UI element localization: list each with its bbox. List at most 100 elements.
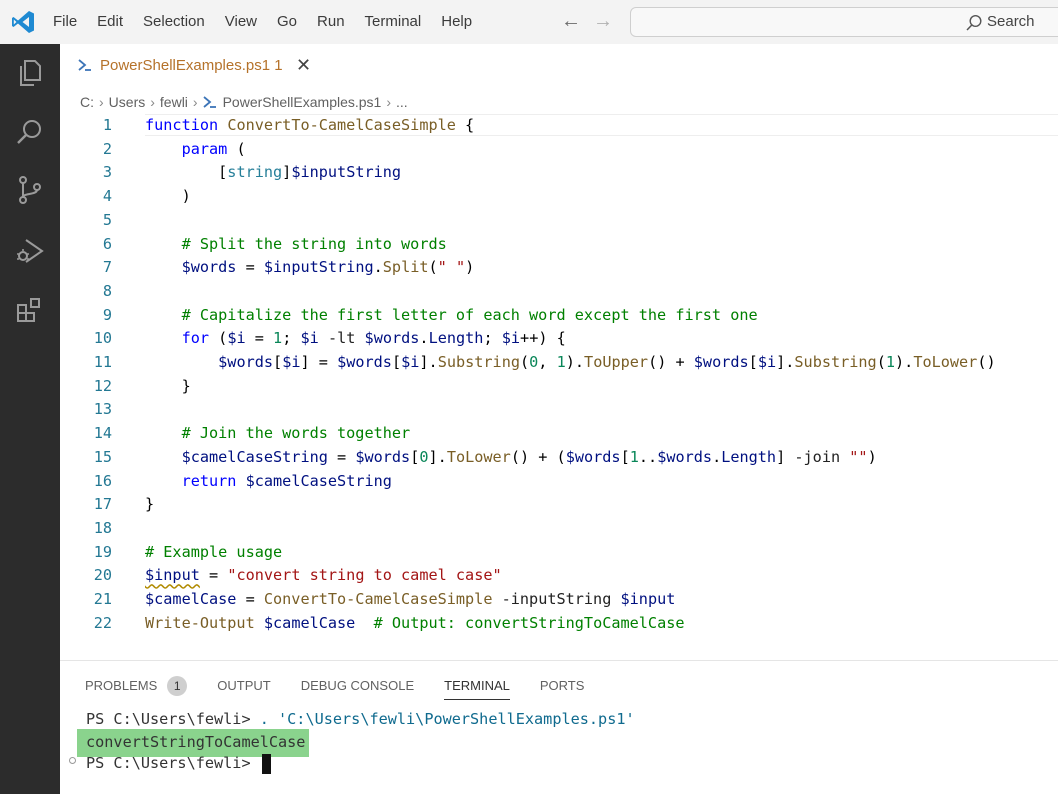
code-line[interactable]: 22 Write-Output $camelCase # Output: conv…: [60, 612, 1058, 636]
breadcrumb-file[interactable]: PowerShellExamples.ps1: [223, 94, 382, 110]
code-line[interactable]: 6 # Split the string into words: [60, 233, 1058, 257]
terminal-command-line[interactable]: PS C:\Users\fewli> . 'C:\Users\fewli\Pow…: [86, 708, 635, 730]
line-number: 22: [93, 613, 112, 632]
code-line[interactable]: 4 ): [60, 185, 1058, 209]
line-number: 21: [93, 590, 112, 608]
activity-bar: [0, 44, 60, 794]
terminal-current-prompt[interactable]: PS C:\Users\fewli>: [86, 752, 271, 774]
navigation-arrows: ← →: [560, 10, 614, 32]
command-center-search[interactable]: Search: [630, 7, 1058, 37]
powershell-file-icon: [203, 96, 216, 108]
code-line[interactable]: 19 # Example usage: [60, 541, 1058, 565]
breadcrumb-fewli[interactable]: fewli: [160, 94, 188, 110]
breadcrumb-drive[interactable]: C:: [80, 94, 94, 110]
line-number: 3: [102, 163, 112, 182]
code-line[interactable]: 12 }: [60, 375, 1058, 399]
code-line[interactable]: 15 $camelCaseString = $words[0].ToLower(…: [60, 446, 1058, 470]
tab-powershellexamples[interactable]: PowerShellExamples.ps1 1 ✕: [60, 44, 322, 88]
chevron-right-icon: ›: [386, 94, 392, 110]
terminal-output: convertStringToCamelCase: [86, 733, 306, 751]
code-text: }: [145, 495, 155, 514]
close-icon[interactable]: ✕: [296, 55, 311, 76]
line-number: 15: [93, 447, 112, 466]
code-line[interactable]: 17}: [60, 493, 1058, 517]
line-number: 6: [102, 234, 112, 253]
code-editor[interactable]: 1 function ConvertTo-CamelCaseSimple { 2 p…: [60, 114, 1058, 648]
line-number: 19: [93, 542, 112, 561]
run-debug-icon[interactable]: [14, 234, 46, 266]
code-text: Write-Output $camelCase # Output: conver…: [145, 613, 685, 632]
menu-go[interactable]: Go: [266, 0, 306, 44]
explorer-icon[interactable]: [14, 57, 46, 89]
code-line[interactable]: 11 $words[$i] = $words[$i].Substring(0, …: [60, 351, 1058, 375]
menu-selection[interactable]: Selection: [132, 0, 214, 44]
code-text: $camelCase = ConvertTo-CamelCaseSimple -…: [145, 590, 676, 608]
code-line[interactable]: 21 $camelCase = ConvertTo-CamelCaseSimple…: [60, 588, 1058, 612]
code-text: return $camelCaseString: [181, 471, 392, 490]
code-line[interactable]: 14 # Join the words together: [60, 422, 1058, 446]
code-line[interactable]: 13: [60, 398, 1058, 422]
search-label: Search: [987, 13, 1035, 30]
code-line[interactable]: 20 $input = "convert string to camel case…: [60, 564, 1058, 588]
menu-run[interactable]: Run: [306, 0, 354, 44]
back-arrow-icon[interactable]: ←: [560, 10, 582, 32]
menu-terminal[interactable]: Terminal: [354, 0, 431, 44]
breadcrumb-more[interactable]: ...: [396, 94, 408, 110]
terminal-status-dot-icon: [69, 757, 76, 764]
code-text: $camelCaseString = $words[0].ToLower() +…: [181, 447, 877, 466]
code-line[interactable]: 18: [60, 517, 1058, 541]
tab-terminal[interactable]: TERMINAL: [444, 673, 510, 700]
chevron-right-icon: ›: [99, 94, 104, 110]
line-number: 13: [93, 400, 112, 419]
code-line[interactable]: 5: [60, 209, 1058, 233]
tab-problems[interactable]: PROBLEMS 1: [85, 673, 188, 699]
forward-arrow-icon[interactable]: →: [592, 10, 614, 32]
code-line[interactable]: 9 # Capitalize the first letter of each …: [60, 304, 1058, 328]
code-text: # Split the string into words: [181, 234, 447, 253]
code-line[interactable]: 7 $words = $inputString.Split(" "): [60, 256, 1058, 280]
tab-problem-count: 1: [274, 57, 283, 74]
code-line[interactable]: 8: [60, 280, 1058, 304]
tab-output[interactable]: OUTPUT: [217, 673, 270, 699]
code-line[interactable]: 3 [string]$inputString: [60, 161, 1058, 185]
code-text: function ConvertTo-CamelCaseSimple {: [145, 116, 475, 134]
line-number: 10: [93, 329, 112, 348]
breadcrumb-users[interactable]: Users: [109, 94, 146, 110]
search-icon[interactable]: [14, 116, 46, 148]
line-number: 7: [102, 258, 112, 277]
line-number: 1: [102, 116, 112, 134]
terminal-cursor: [261, 753, 271, 774]
line-number: 2: [102, 139, 112, 158]
title-bar: File Edit Selection View Go Run Terminal…: [0, 0, 1058, 44]
code-text: [string]$inputString: [145, 163, 402, 182]
tab-label: PowerShellExamples.ps1 1: [100, 57, 283, 74]
line-number: 18: [93, 518, 112, 537]
source-control-icon[interactable]: [14, 174, 46, 206]
menu-file[interactable]: File: [42, 0, 86, 44]
line-number: 16: [93, 471, 112, 490]
tab-ports[interactable]: PORTS: [540, 673, 585, 699]
vscode-logo-icon: [12, 11, 34, 33]
code-text: for ($i = 1; $i -lt $words.Length; $i++)…: [181, 329, 566, 348]
line-number: 8: [102, 281, 112, 300]
line-number: 11: [93, 353, 112, 371]
code-text: $words[$i] = $words[$i].Substring(0, 1).…: [218, 353, 996, 371]
chevron-right-icon: ›: [150, 94, 155, 110]
code-line[interactable]: 10 for ($i = 1; $i -lt $words.Length; $i…: [60, 327, 1058, 351]
line-number: 5: [102, 210, 112, 229]
menu-edit[interactable]: Edit: [86, 0, 132, 44]
menu-view[interactable]: View: [214, 0, 266, 44]
code-line[interactable]: 1 function ConvertTo-CamelCaseSimple {: [60, 114, 1058, 138]
code-text: ): [145, 187, 191, 206]
code-line[interactable]: 16 return $camelCaseString: [60, 470, 1058, 494]
menu-help[interactable]: Help: [430, 0, 481, 44]
terminal-command: . 'C:\Users\fewli\PowerShellExamples.ps1…: [259, 710, 635, 728]
code-text: # Join the words together: [181, 424, 411, 443]
extensions-icon[interactable]: [14, 294, 46, 326]
code-text: # Capitalize the first letter of each wo…: [181, 305, 758, 324]
tab-debug-console[interactable]: DEBUG CONSOLE: [301, 673, 414, 699]
code-line[interactable]: 2 param (: [60, 138, 1058, 162]
terminal-prompt: PS C:\Users\fewli>: [86, 710, 260, 728]
panel-tabs: PROBLEMS 1 OUTPUT DEBUG CONSOLE TERMINAL …: [85, 673, 614, 700]
line-number: 17: [93, 495, 112, 514]
